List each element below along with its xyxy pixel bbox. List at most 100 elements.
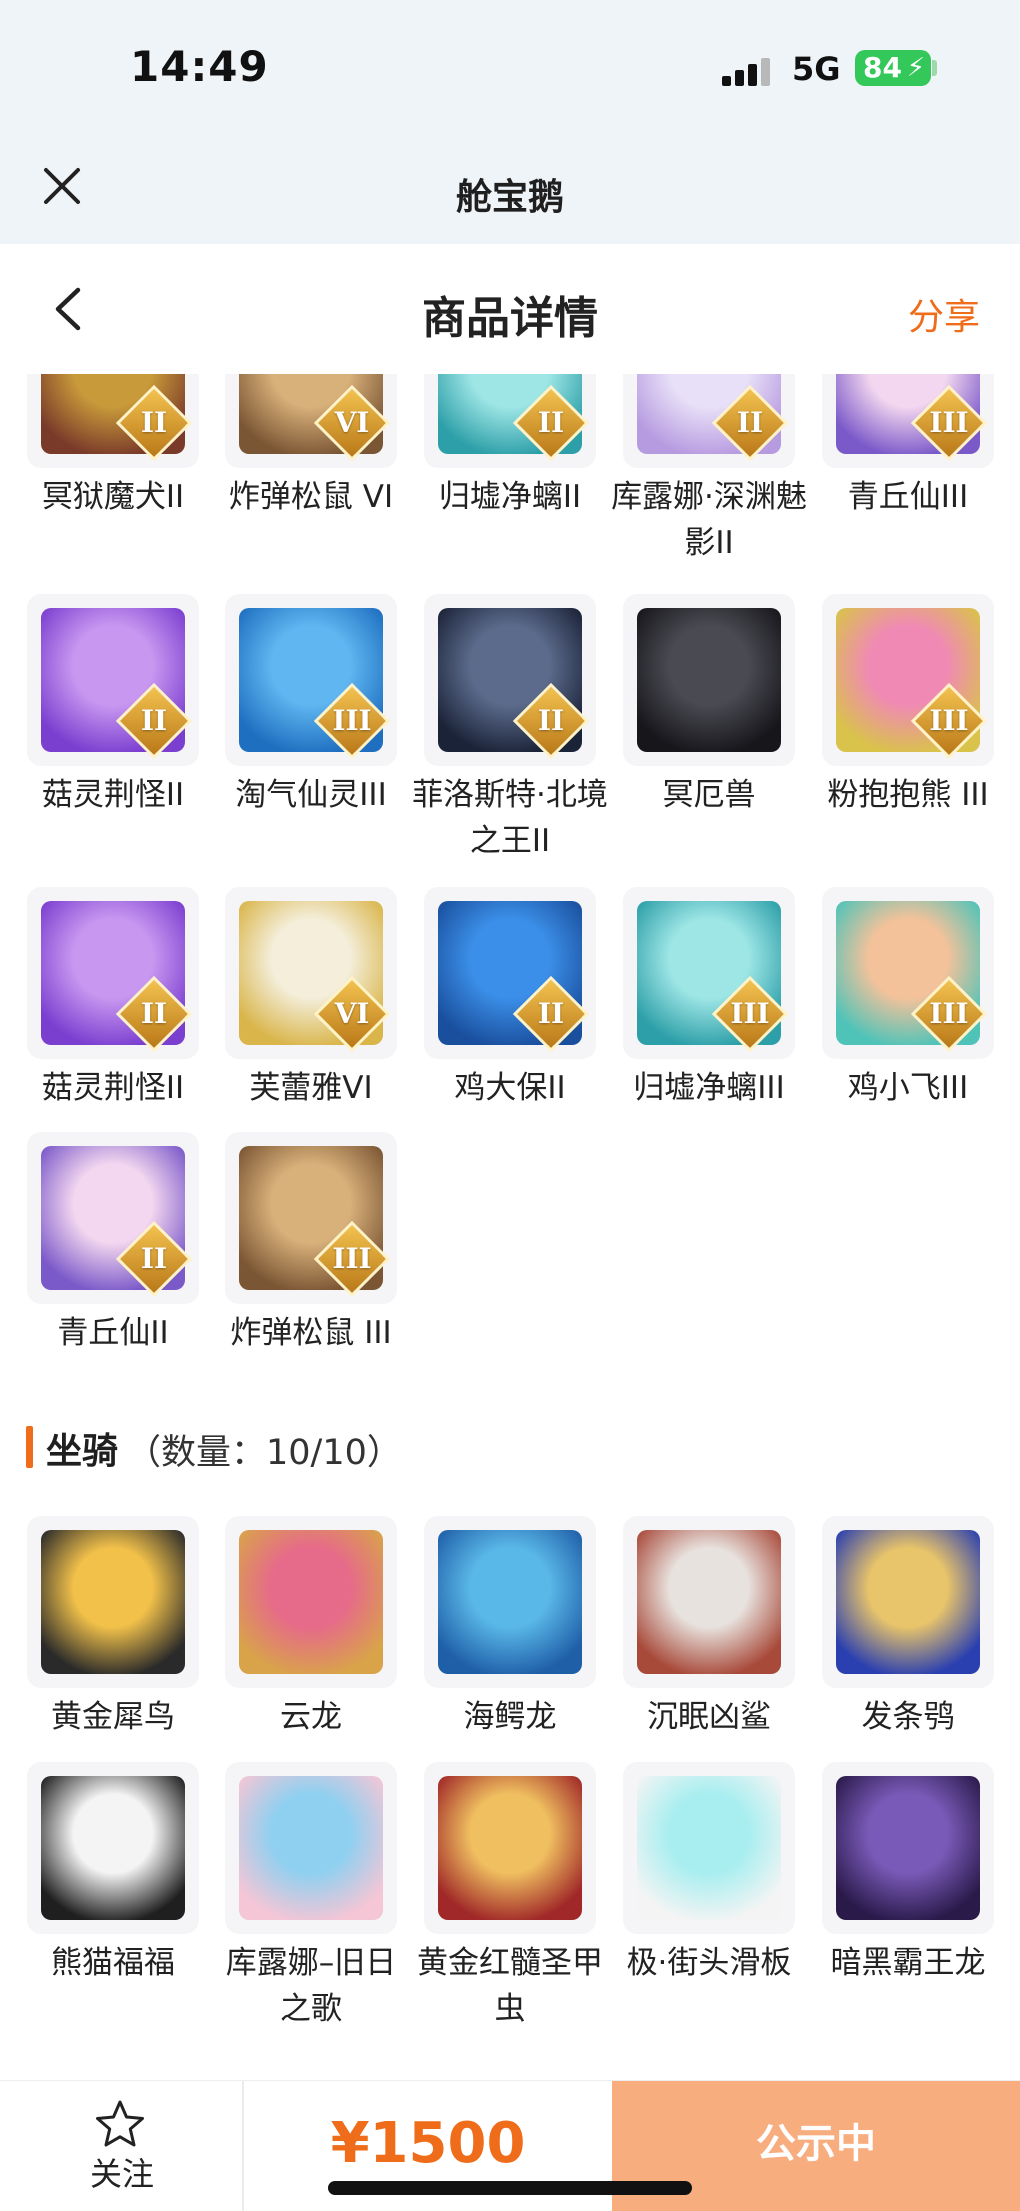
item-image (438, 1776, 582, 1920)
pet-item[interactable]: II 菇灵荆怪II (27, 887, 199, 1111)
item-thumbnail (424, 1516, 596, 1688)
level-badge-text: II (736, 406, 764, 439)
pet-item[interactable]: II 青丘仙II (27, 1132, 199, 1356)
level-badge-text: III (929, 704, 969, 737)
item-thumbnail (424, 1762, 596, 1934)
item-thumbnail: II (27, 374, 199, 468)
level-badge-text: II (537, 406, 565, 439)
pet-item[interactable]: III 鸡小飞III (822, 887, 994, 1111)
item-name: 库露娜·深渊魅影II (611, 479, 807, 561)
mount-item[interactable]: 海鳄龙 (424, 1516, 596, 1740)
pet-item[interactable]: II 鸡大保II (424, 887, 596, 1111)
star-icon (96, 2100, 144, 2147)
item-thumbnail (822, 1516, 994, 1688)
pet-item[interactable]: 冥厄兽 (623, 594, 795, 818)
level-badge-text: VI (334, 997, 370, 1030)
level-badge-text: II (537, 704, 565, 737)
level-badge-text: III (730, 997, 770, 1030)
pet-item[interactable]: III 青丘仙III (822, 374, 994, 520)
mount-item[interactable]: 云龙 (225, 1516, 397, 1740)
item-thumbnail: II (27, 887, 199, 1059)
level-badge-text: III (929, 406, 969, 439)
item-name: 归墟净螭III (633, 1070, 785, 1106)
item-thumbnail: II (623, 374, 795, 468)
level-badge-text: III (332, 1242, 372, 1275)
pet-item[interactable]: VI 芙蕾雅VI (225, 887, 397, 1111)
item-thumbnail (225, 1516, 397, 1688)
item-name: 芙蕾雅VI (249, 1070, 373, 1106)
mount-item[interactable]: 暗黑霸王龙 (822, 1762, 994, 1986)
network-label: 5G (792, 50, 841, 88)
pet-item[interactable]: II 菲洛斯特·北境之王II (412, 594, 608, 864)
item-name: 淘气仙灵III (235, 777, 387, 813)
item-image (239, 1530, 383, 1674)
level-badge-text: III (332, 704, 372, 737)
item-name: 鸡大保II (454, 1070, 566, 1106)
item-name: 青丘仙III (847, 479, 969, 515)
mount-item[interactable]: 黄金红髓圣甲虫 (417, 1762, 603, 2032)
pet-item[interactable]: VI 炸弹松鼠 VI (225, 374, 397, 520)
item-image (239, 1776, 383, 1920)
item-name: 炸弹松鼠 VI (228, 479, 394, 515)
app-header: 舱宝鹅 (0, 140, 1020, 244)
item-thumbnail: III (822, 374, 994, 468)
item-thumbnail: III (225, 1132, 397, 1304)
item-thumbnail: II (424, 594, 596, 766)
item-thumbnail (225, 1762, 397, 1934)
battery-level: 84 (863, 51, 902, 84)
app-title: 舱宝鹅 (455, 177, 564, 218)
item-name: 黄金犀鸟 (51, 1699, 175, 1735)
pet-item[interactable]: III 淘气仙灵III (225, 594, 397, 818)
level-badge-text: II (140, 704, 168, 737)
item-name: 暗黑霸王龙 (830, 1945, 986, 1981)
section-accent-bar (26, 1426, 33, 1468)
item-name: 归墟净螭II (438, 479, 582, 515)
item-thumbnail: II (424, 374, 596, 468)
pet-item[interactable]: II 菇灵荆怪II (27, 594, 199, 818)
item-name: 菇灵荆怪II (41, 1070, 185, 1106)
charging-bolt-icon: ⚡ (906, 53, 925, 83)
mount-item[interactable]: 库露娜–旧日之歌 (225, 1762, 397, 2032)
pet-item[interactable]: II 冥狱魔犬II (27, 374, 199, 520)
follow-label: 关注 (89, 2155, 154, 2193)
item-thumbnail (623, 1516, 795, 1688)
item-name: 沉眠凶鲨 (647, 1699, 771, 1735)
signal-icon (722, 56, 772, 86)
item-thumbnail: III (225, 594, 397, 766)
item-image (637, 1776, 781, 1920)
item-thumbnail: II (424, 887, 596, 1059)
share-link[interactable]: 分享 (908, 288, 980, 340)
item-image (836, 1530, 980, 1674)
follow-button[interactable]: 关注 (0, 2081, 244, 2211)
item-name: 青丘仙II (57, 1315, 169, 1351)
item-thumbnail (623, 594, 795, 766)
level-badge-text: VI (334, 406, 370, 439)
item-name: 粉抱抱熊 III (827, 777, 989, 813)
item-thumbnail: III (623, 887, 795, 1059)
battery-icon: 84 ⚡ (855, 50, 931, 86)
mount-item[interactable]: 沉眠凶鲨 (623, 1516, 795, 1740)
section-count: （数量：10/10） (126, 1433, 402, 1473)
pet-item[interactable]: II 归墟净螭II (424, 374, 596, 520)
item-image (637, 608, 781, 752)
price: ¥1500 (330, 2111, 526, 2176)
item-thumbnail: III (822, 594, 994, 766)
pet-item[interactable]: III 炸弹松鼠 III (225, 1132, 397, 1356)
section-title: 坐骑 (46, 1431, 119, 1472)
mount-item[interactable]: 黄金犀鸟 (27, 1516, 199, 1740)
item-name: 菇灵荆怪II (41, 777, 185, 813)
mount-item[interactable]: 极·街头滑板 (623, 1762, 795, 1986)
item-name: 海鳄龙 (463, 1699, 557, 1735)
pet-item[interactable]: II 库露娜·深渊魅影II (611, 374, 807, 566)
item-thumbnail: II (27, 1132, 199, 1304)
mount-item[interactable]: 发条鸮 (822, 1516, 994, 1740)
pet-item[interactable]: III 归墟净螭III (623, 887, 795, 1111)
item-name: 鸡小飞III (847, 1070, 969, 1106)
pet-item[interactable]: III 粉抱抱熊 III (822, 594, 994, 818)
page-title: 商品详情 (422, 293, 598, 344)
item-name: 云龙 (280, 1699, 342, 1735)
item-image (836, 1776, 980, 1920)
mount-item[interactable]: 熊猫福福 (27, 1762, 199, 1986)
content-scroll-area[interactable]: II 冥狱魔犬II VI 炸弹松鼠 VI II 归墟净螭II II 库露娜·深渊魅影II III… (0, 374, 1020, 2080)
item-name: 黄金红髓圣甲虫 (417, 1945, 603, 2027)
